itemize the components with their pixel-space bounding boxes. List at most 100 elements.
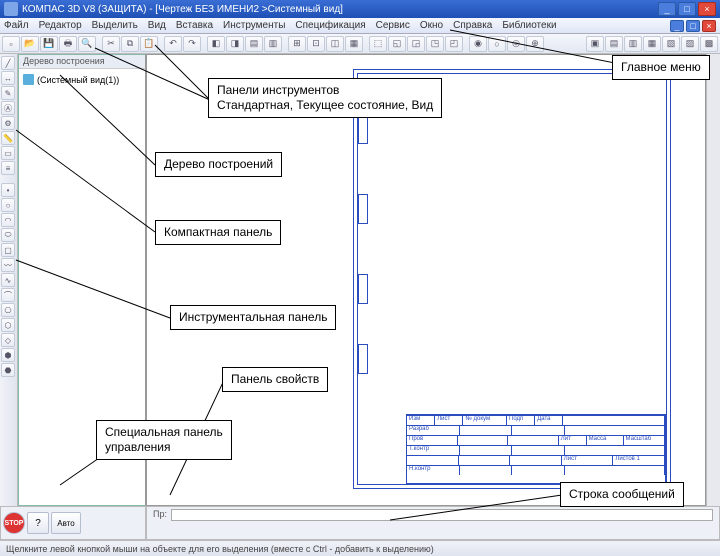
tool-icon[interactable]: ◲ — [407, 36, 425, 52]
menu-help[interactable]: Справка — [453, 20, 492, 31]
drawing-sheet: Изм Лист № докум Подп Дата Разраб Пров Л… — [347, 63, 677, 495]
tool-icon[interactable]: • — [1, 183, 15, 197]
tree-item-label: (Системный вид(1)) — [37, 75, 119, 85]
cut-icon[interactable]: ✂ — [102, 36, 120, 52]
minimize-button[interactable]: _ — [658, 2, 676, 16]
tree-header: Дерево построения — [19, 55, 145, 69]
special-control-panel: STOP ? Авто — [0, 506, 146, 540]
help-button[interactable]: ? — [27, 512, 49, 534]
menu-select[interactable]: Выделить — [92, 20, 138, 31]
menu-window[interactable]: Окно — [420, 20, 443, 31]
print-icon[interactable]: 🖶 — [59, 36, 77, 52]
param-icon[interactable]: ⚙ — [1, 116, 15, 130]
new-icon[interactable]: ▫ — [2, 36, 20, 52]
tool-icon[interactable]: ⬭ — [1, 228, 15, 242]
properties-panel: Пр: — [146, 506, 720, 540]
callout-toolbars: Панели инструментов Стандартная, Текущее… — [208, 78, 442, 118]
callout-status-bar: Строка сообщений — [560, 482, 684, 507]
dimension-icon[interactable]: ↔ — [1, 71, 15, 85]
tool-icon[interactable]: ▦ — [643, 36, 661, 52]
tool-icon[interactable]: ○ — [1, 198, 15, 212]
save-icon[interactable]: 💾 — [40, 36, 58, 52]
auto-button[interactable]: Авто — [51, 512, 81, 534]
tool-icon[interactable]: ∿ — [1, 273, 15, 287]
callout-special-panel: Специальная панель управления — [96, 420, 232, 460]
tool-icon[interactable]: ◇ — [1, 333, 15, 347]
props-input[interactable] — [171, 509, 713, 521]
tool-icon[interactable]: ◉ — [469, 36, 487, 52]
menu-tools[interactable]: Инструменты — [223, 20, 285, 31]
menu-edit[interactable]: Редактор — [39, 20, 82, 31]
spec-icon[interactable]: ≡ — [1, 161, 15, 175]
mdi-maximize-button[interactable]: □ — [686, 20, 700, 32]
vertical-scrollbar[interactable] — [706, 54, 720, 506]
tool-icon[interactable]: ▥ — [264, 36, 282, 52]
window-titlebar: КОМПАС 3D V8 (ЗАЩИТА) - [Чертеж БЕЗ ИМЕН… — [0, 0, 720, 18]
tool-icon[interactable]: ◎ — [507, 36, 525, 52]
callout-properties: Панель свойств — [222, 367, 328, 392]
app-icon — [4, 2, 18, 16]
menu-libraries[interactable]: Библиотеки — [502, 20, 556, 31]
preview-icon[interactable]: 🔍 — [78, 36, 96, 52]
measure-icon[interactable]: 📏 — [1, 131, 15, 145]
tool-icon[interactable]: ⊞ — [288, 36, 306, 52]
menu-file[interactable]: Файл — [4, 20, 29, 31]
mdi-minimize-button[interactable]: _ — [670, 20, 684, 32]
tool-icon[interactable]: ⌒ — [1, 288, 15, 302]
tool-icon[interactable]: ◰ — [445, 36, 463, 52]
stop-button[interactable]: STOP — [3, 512, 25, 534]
tool-icon[interactable]: ○ — [488, 36, 506, 52]
toolbar-standard: ▫ 📂 💾 🖶 🔍 ✂ ⧉ 📋 ↶ ↷ ◧ ◨ ▤ ▥ ⊞ ⊡ ◫ ▦ ⬚ ◱ … — [0, 34, 720, 54]
tool-icon[interactable]: ◳ — [426, 36, 444, 52]
menu-service[interactable]: Сервис — [376, 20, 410, 31]
compact-panel: ╱ ↔ ✎ Ⓐ ⚙ 📏 ▭ ≡ • ○ ◠ ⬭ ▢ 〰 ∿ ⌒ ⎔ ⬡ ◇ ⬢ … — [0, 54, 18, 506]
menu-insert[interactable]: Вставка — [176, 20, 213, 31]
window-title: КОМПАС 3D V8 (ЗАЩИТА) - [Чертеж БЕЗ ИМЕН… — [22, 4, 658, 15]
tool-icon[interactable]: ▣ — [586, 36, 604, 52]
maximize-button[interactable]: □ — [678, 2, 696, 16]
mdi-close-button[interactable]: × — [702, 20, 716, 32]
props-label: Пр: — [153, 509, 167, 519]
close-button[interactable]: × — [698, 2, 716, 16]
status-text: Щелкните левой кнопкой мыши на объекте д… — [6, 544, 434, 554]
menu-spec[interactable]: Спецификация — [295, 20, 365, 31]
tool-icon[interactable]: ◫ — [326, 36, 344, 52]
callout-build-tree: Дерево построений — [155, 152, 282, 177]
tool-icon[interactable]: ⎔ — [1, 303, 15, 317]
tool-icon[interactable]: ▩ — [700, 36, 718, 52]
tool-icon[interactable]: ⊡ — [307, 36, 325, 52]
tool-icon[interactable]: 〰 — [1, 258, 15, 272]
menu-view[interactable]: Вид — [148, 20, 166, 31]
tree-root-item[interactable]: (Системный вид(1)) — [23, 73, 141, 86]
edit-icon[interactable]: ✎ — [1, 86, 15, 100]
geometry-icon[interactable]: ╱ — [1, 56, 15, 70]
title-block: Изм Лист № докум Подп Дата Разраб Пров Л… — [406, 414, 666, 484]
tool-icon[interactable]: ▥ — [624, 36, 642, 52]
redo-icon[interactable]: ↷ — [183, 36, 201, 52]
select-icon[interactable]: ▭ — [1, 146, 15, 160]
document-icon — [23, 74, 34, 85]
tool-icon[interactable]: ⬚ — [369, 36, 387, 52]
tool-icon[interactable]: ▤ — [245, 36, 263, 52]
callout-compact-panel: Компактная панель — [155, 220, 281, 245]
tool-icon[interactable]: ⬢ — [1, 348, 15, 362]
tool-icon[interactable]: ⬡ — [1, 318, 15, 332]
tool-icon[interactable]: ▧ — [662, 36, 680, 52]
undo-icon[interactable]: ↶ — [164, 36, 182, 52]
tool-icon[interactable]: ⊕ — [526, 36, 544, 52]
main-menu: Файл Редактор Выделить Вид Вставка Инстр… — [0, 18, 720, 34]
tool-icon[interactable]: ◧ — [207, 36, 225, 52]
paste-icon[interactable]: 📋 — [140, 36, 158, 52]
tool-icon[interactable]: ▤ — [605, 36, 623, 52]
tool-icon[interactable]: ⬣ — [1, 363, 15, 377]
symbol-icon[interactable]: Ⓐ — [1, 101, 15, 115]
tool-icon[interactable]: ◠ — [1, 213, 15, 227]
tool-icon[interactable]: ▦ — [345, 36, 363, 52]
open-icon[interactable]: 📂 — [21, 36, 39, 52]
tool-icon[interactable]: ◨ — [226, 36, 244, 52]
tool-icon[interactable]: ▨ — [681, 36, 699, 52]
tool-icon[interactable]: ◱ — [388, 36, 406, 52]
copy-icon[interactable]: ⧉ — [121, 36, 139, 52]
tool-icon[interactable]: ▢ — [1, 243, 15, 257]
status-bar: Щелкните левой кнопкой мыши на объекте д… — [0, 540, 720, 556]
